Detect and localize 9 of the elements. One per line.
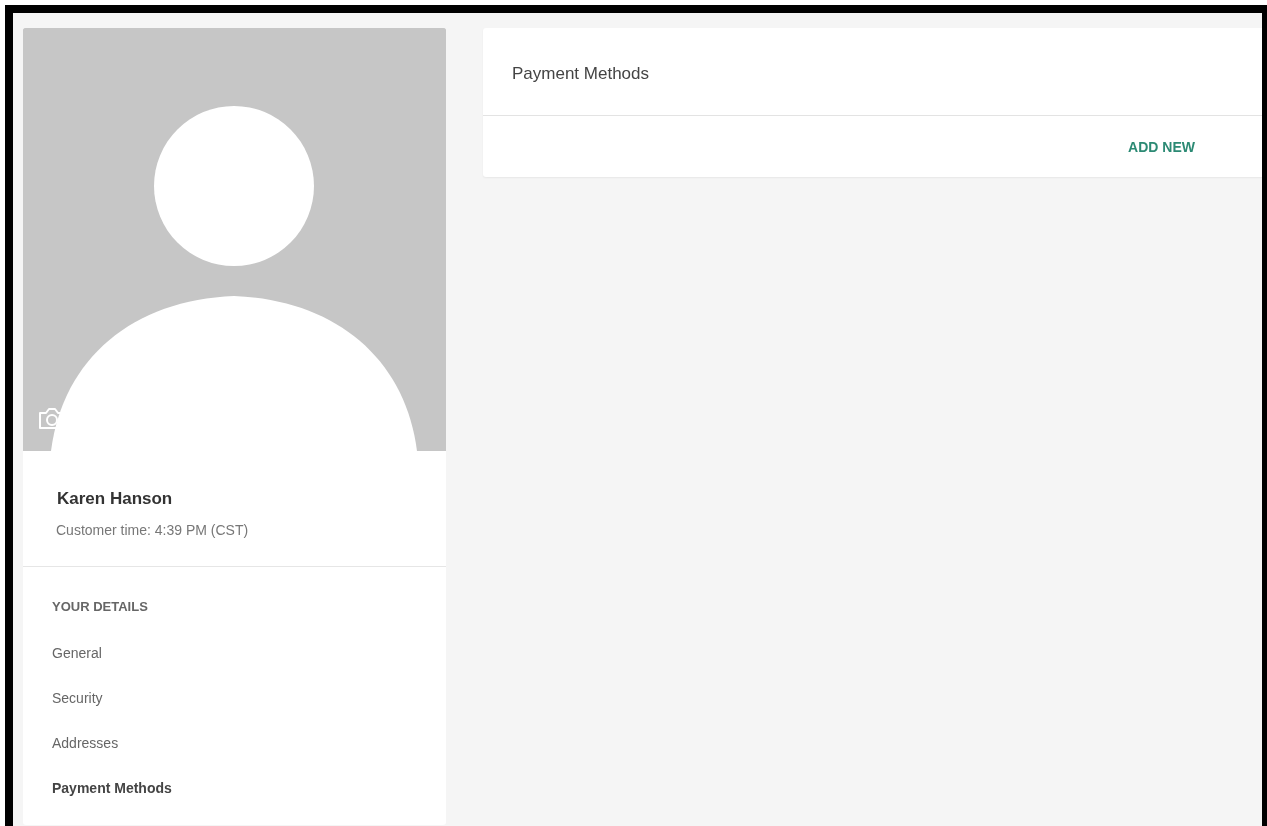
panel-title: Payment Methods [512,64,649,83]
sidebar-item[interactable]: Security [52,690,416,735]
section-heading: YOUR DETAILS [52,599,149,616]
customer-name: Karen Hanson [57,489,174,509]
sidebar-item[interactable]: Payment Methods [52,780,416,825]
sidebar-item[interactable]: General [52,645,416,690]
add-new-button[interactable]: ADD NEW [1128,134,1195,159]
sidebar-item[interactable]: Addresses [52,735,416,780]
customer-time: Customer time: 4:39 PM (CST) [56,522,250,538]
